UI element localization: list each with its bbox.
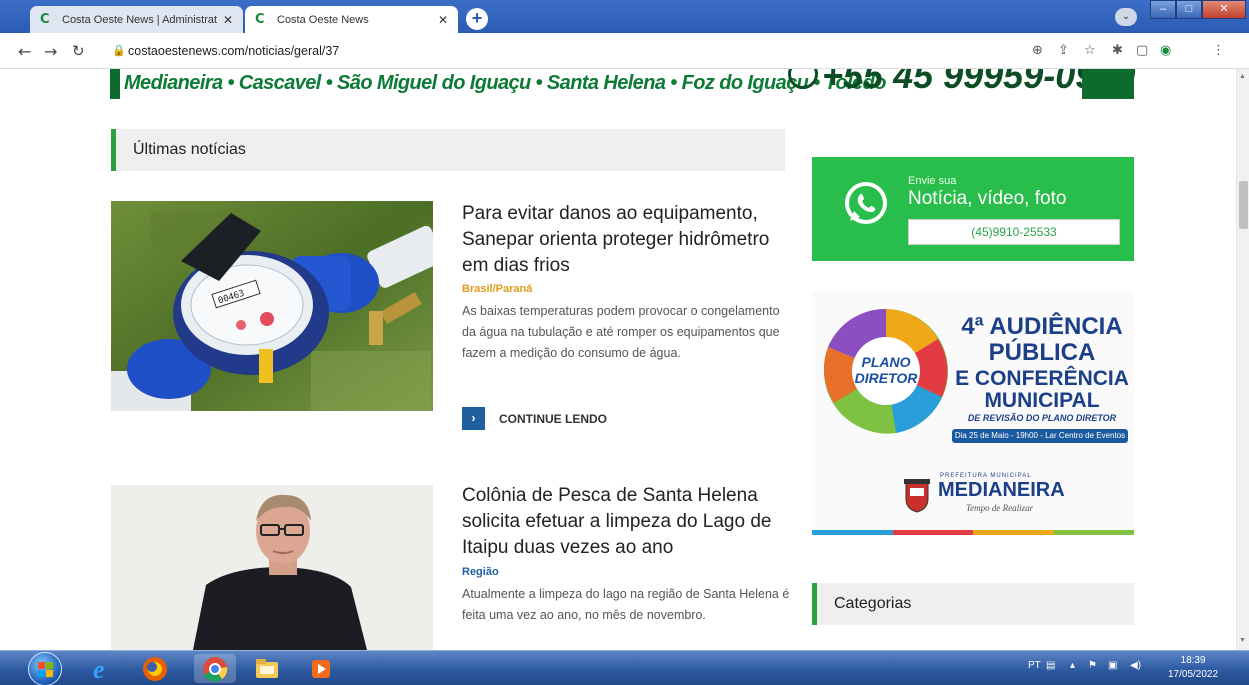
scroll-up-icon[interactable]: ▲ (1239, 73, 1246, 80)
volume-icon[interactable]: ◀) (1130, 660, 1141, 671)
ad-line-1: 4ª AUDIÊNCIA (961, 313, 1123, 340)
system-clock[interactable]: 18:39 17/05/2022 (1168, 654, 1218, 682)
action-center-flag-icon[interactable]: ⚑ (1088, 660, 1097, 671)
chrome-taskbar-icon[interactable] (194, 654, 236, 683)
browser-tab-bar: C Costa Oeste News | Administrati ✕ C Co… (0, 0, 1249, 33)
close-window-button[interactable]: ✕ (1202, 0, 1246, 19)
lock-icon[interactable]: 🔒 (112, 44, 126, 57)
article-excerpt: As baixas temperaturas podem provocar o … (462, 304, 780, 360)
ad-line-4: MUNICIPAL (984, 389, 1100, 412)
man-portrait-photo (111, 485, 433, 650)
zoom-icon[interactable]: ⊕ (1032, 43, 1043, 58)
forward-arrow-icon[interactable]: → (44, 42, 57, 61)
article-title-link[interactable]: Colônia de Pesca de Santa Helena solicit… (462, 483, 792, 561)
city-crest-icon (904, 479, 930, 513)
page-scrollbar[interactable]: ▲ ▼ (1236, 69, 1249, 650)
reload-icon[interactable]: ↻ (72, 42, 85, 60)
profile-extension-icon[interactable]: ◉ (1160, 43, 1171, 58)
sidepanel-icon[interactable]: ▢ (1136, 43, 1148, 58)
share-icon[interactable]: ⇪ (1058, 43, 1069, 58)
water-meter-photo: 00463 (111, 201, 433, 411)
categories-title: Categorias (834, 595, 912, 612)
ad-line-2: PÚBLICA (988, 339, 1096, 366)
article-image-water-meter[interactable]: 00463 (111, 201, 433, 411)
section-title: Últimas notícias (133, 141, 246, 158)
banner-accent (110, 69, 120, 99)
continue-reading-button[interactable]: › CONTINUE LENDO (462, 407, 607, 430)
windows-taskbar: e PT ▤ ▴ ⚑ ▣ ◀) 18:39 17/05/2022 (0, 650, 1249, 685)
keyboard-icon[interactable]: ▤ (1046, 660, 1055, 671)
header-banner: Medianeira • Cascavel • São Miguel do Ig… (110, 69, 1135, 99)
tab-admin[interactable]: C Costa Oeste News | Administrati ✕ (30, 6, 243, 33)
categories-header: Categorias (812, 583, 1134, 625)
article-category[interactable]: Região (462, 566, 499, 578)
ad-line-5: DE REVISÃO DO PLANO DIRETOR (967, 413, 1117, 423)
new-tab-button[interactable]: + (466, 8, 488, 30)
whatsapp-sub: Envie sua (908, 175, 957, 187)
cities-list: Medianeira • Cascavel • São Miguel do Ig… (124, 72, 886, 94)
latest-news-header: Últimas notícias (111, 129, 785, 171)
tab-costa-oeste-news[interactable]: C Costa Oeste News ✕ (245, 6, 458, 33)
clock-time: 18:39 (1180, 655, 1206, 666)
scroll-down-icon[interactable]: ▼ (1239, 637, 1246, 644)
window-controls: – □ ✕ (1150, 0, 1246, 19)
close-tab-icon[interactable]: ✕ (223, 13, 233, 27)
plano-diretor-ad[interactable]: PLANO DIRETOR 4ª AUDIÊNCIA PÚBLICA E CON… (812, 291, 1134, 535)
wheel-label-1: PLANO (862, 354, 911, 370)
minimize-button[interactable]: – (1150, 0, 1176, 19)
page-viewport: Medianeira • Cascavel • São Miguel do Ig… (0, 69, 1236, 650)
tab-title: Costa Oeste News | Administrati (62, 13, 217, 26)
wheel-label-2: DIRETOR (855, 370, 919, 386)
article-excerpt: Atualmente a limpeza do lago na região d… (462, 587, 790, 622)
medianeira-logo: PREFEITURA MUNICIPAL MEDIANEIRA Tempo de… (904, 473, 1065, 519)
windows-logo-icon (38, 662, 53, 677)
city-name: MEDIANEIRA (938, 479, 1065, 501)
bookmark-star-icon[interactable]: ☆ (1084, 43, 1096, 58)
chevron-right-icon: › (462, 407, 485, 430)
city-slogan: Tempo de Realizar (966, 503, 1034, 513)
url-field[interactable]: costaoestenews.com/noticias/geral/37 (128, 44, 339, 58)
back-arrow-icon[interactable]: ← (18, 42, 31, 61)
show-hidden-icons-icon[interactable]: ▴ (1070, 660, 1075, 671)
firefox-icon[interactable] (140, 654, 170, 683)
article-title-link[interactable]: Para evitar danos ao equipamento, Sanepa… (462, 201, 792, 279)
address-bar: ← → ↻ 🔒 costaoestenews.com/noticias/gera… (0, 33, 1249, 69)
whatsapp-title: Notícia, vídeo, foto (908, 188, 1067, 209)
whatsapp-phone-button[interactable]: (45)9910-25533 (908, 219, 1120, 245)
site-favicon-icon: C (40, 11, 50, 27)
close-tab-icon[interactable]: ✕ (438, 13, 448, 27)
banner-accent-right (1082, 69, 1134, 99)
ad-color-strip (812, 530, 1134, 535)
article-category[interactable]: Brasil/Paraná (462, 283, 532, 295)
network-icon[interactable]: ▣ (1108, 660, 1117, 671)
site-favicon-icon: C (255, 11, 265, 27)
continue-reading-label: CONTINUE LENDO (499, 411, 607, 426)
media-player-icon[interactable] (306, 654, 336, 683)
internet-explorer-icon[interactable]: e (88, 654, 118, 684)
tab-title: Costa Oeste News (277, 13, 369, 26)
clock-date: 17/05/2022 (1168, 669, 1219, 680)
ad-line-3: E CONFERÊNCIA (955, 367, 1129, 390)
article-image-interview[interactable] (111, 485, 433, 650)
whatsapp-widget[interactable]: Envie sua Notícia, vídeo, foto (45)9910-… (812, 157, 1134, 261)
scrollbar-thumb[interactable] (1239, 181, 1248, 229)
file-explorer-icon[interactable] (252, 654, 282, 683)
maximize-button[interactable]: □ (1176, 0, 1202, 19)
tab-search-icon[interactable]: ⌄ (1115, 8, 1137, 26)
svg-text:e: e (93, 655, 105, 683)
start-button[interactable] (28, 652, 62, 685)
language-indicator[interactable]: PT (1028, 660, 1041, 671)
menu-dots-icon[interactable]: ⋮ (1212, 43, 1225, 58)
extensions-icon[interactable]: ✱ (1112, 43, 1123, 58)
plano-diretor-wheel: PLANO DIRETOR (823, 308, 948, 434)
whatsapp-icon (845, 182, 887, 224)
ad-dates: Dia 25 de Maio - 19h00 - Lar Centro de E… (952, 429, 1128, 443)
